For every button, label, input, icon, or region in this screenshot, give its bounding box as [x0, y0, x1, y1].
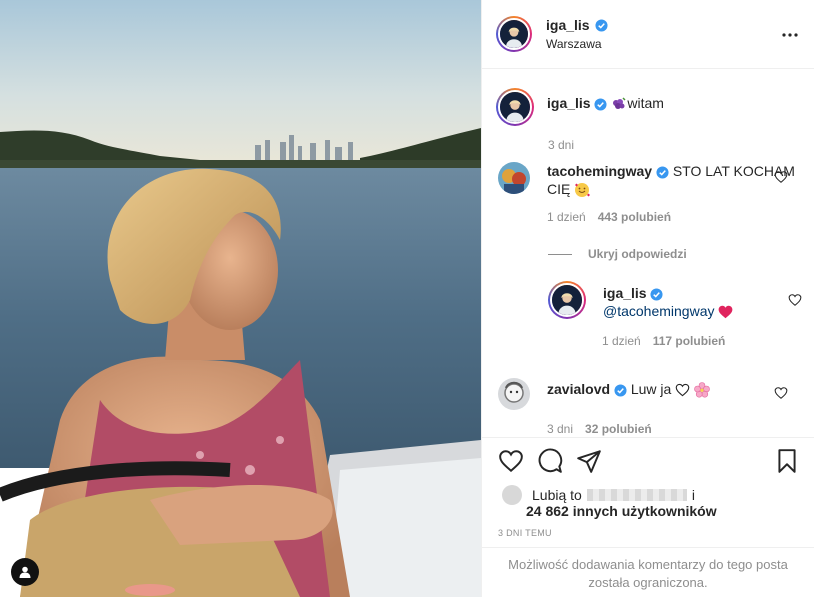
white-heart-emoji-icon: [675, 384, 690, 397]
author-avatar[interactable]: [496, 16, 532, 52]
comment-item: tacohemingway STO LAT KOCHAM CIĘ 1 dzień…: [496, 162, 800, 224]
smiling-hearts-emoji-icon: [575, 183, 591, 198]
commenter-avatar[interactable]: [498, 162, 530, 194]
commenter-username[interactable]: zavialovd: [547, 381, 610, 397]
avatar-image: [498, 378, 530, 410]
liker-avatar[interactable]: [502, 485, 522, 505]
caption-text: witam: [627, 95, 664, 111]
comment-likes[interactable]: 443 polubień: [598, 210, 671, 224]
avatar-image: [500, 20, 528, 48]
verified-badge-icon: [595, 18, 608, 32]
user-icon: [19, 566, 31, 578]
verified-badge-icon: [656, 166, 669, 179]
comment-item: zavialovd Luw ja 3 dni 32 polubień: [496, 378, 800, 436]
verified-badge-icon: [650, 288, 664, 301]
likes-count-link[interactable]: 24 862 innych użytkowników: [526, 503, 717, 519]
like-heart-icon[interactable]: [498, 448, 524, 474]
caption-item: iga_lis witam 3 dni: [496, 88, 800, 152]
more-options-button[interactable]: [782, 24, 798, 38]
like-comment-heart-icon[interactable]: [788, 293, 802, 307]
cherry-blossom-emoji-icon: [694, 382, 710, 398]
post-timestamp[interactable]: 3 DNI TEMU: [498, 528, 552, 538]
verified-badge-icon: [614, 384, 627, 397]
like-comment-heart-icon[interactable]: [774, 386, 788, 400]
reply-time[interactable]: 1 dzień: [602, 334, 641, 348]
hide-replies-button[interactable]: Ukryj odpowiedzi: [548, 247, 687, 261]
comment-likes[interactable]: 32 polubień: [585, 422, 652, 436]
comment-time[interactable]: 1 dzień: [547, 210, 586, 224]
comments-list[interactable]: iga_lis witam 3 dni tacohemingway STO LA…: [482, 70, 814, 437]
liked-by-row: Lubią to i: [502, 485, 695, 505]
reply-likes[interactable]: 117 polubień: [653, 334, 726, 348]
hide-replies-label: Ukryj odpowiedzi: [588, 247, 687, 261]
save-bookmark-icon[interactable]: [774, 448, 800, 474]
author-username[interactable]: iga_lis: [546, 17, 590, 33]
photo-image: [0, 0, 481, 597]
avatar-image: [498, 162, 530, 194]
liker-name-redacted[interactable]: [586, 489, 687, 501]
reply-username[interactable]: iga_lis: [603, 285, 647, 301]
divider-line: [548, 253, 572, 255]
grapes-emoji-icon: [613, 97, 626, 110]
reply-item: iga_lis @tacohemingway 1 dzień 117 polub…: [548, 281, 802, 348]
share-send-icon[interactable]: [576, 448, 602, 474]
reply-mention[interactable]: @tacohemingway: [603, 303, 715, 319]
post-location[interactable]: Warszawa: [546, 37, 608, 51]
commenter-username[interactable]: tacohemingway: [547, 163, 652, 179]
avatar-image: [552, 285, 582, 315]
caption-time[interactable]: 3 dni: [548, 138, 574, 152]
avatar-image: [500, 92, 530, 122]
post-photo[interactable]: [0, 0, 481, 597]
caption-username[interactable]: iga_lis: [547, 95, 591, 111]
comment-bubble-icon[interactable]: [537, 448, 563, 474]
verified-badge-icon: [594, 98, 608, 111]
red-heart-emoji-icon: [719, 306, 733, 319]
commenter-avatar[interactable]: [498, 378, 530, 410]
tagged-users-button[interactable]: [11, 558, 39, 586]
post-sidebar: iga_lis Warszawa iga_lis witam 3 dni tac…: [481, 0, 814, 597]
post-actions: Lubią to i 24 862 innych użytkowników 3 …: [482, 437, 814, 547]
liked-by-suffix: i: [691, 487, 695, 503]
reply-avatar[interactable]: [548, 281, 586, 319]
liked-by-prefix: Lubią to: [532, 487, 582, 503]
comments-restricted-notice: Możliwość dodawania komentarzy do tego p…: [482, 547, 814, 597]
comment-text: Luw ja: [630, 381, 672, 397]
like-comment-heart-icon[interactable]: [774, 170, 788, 184]
more-horizontal-icon: [782, 33, 798, 37]
comment-time[interactable]: 3 dni: [547, 422, 573, 436]
post-header: iga_lis Warszawa: [482, 0, 814, 69]
caption-avatar[interactable]: [496, 88, 534, 126]
